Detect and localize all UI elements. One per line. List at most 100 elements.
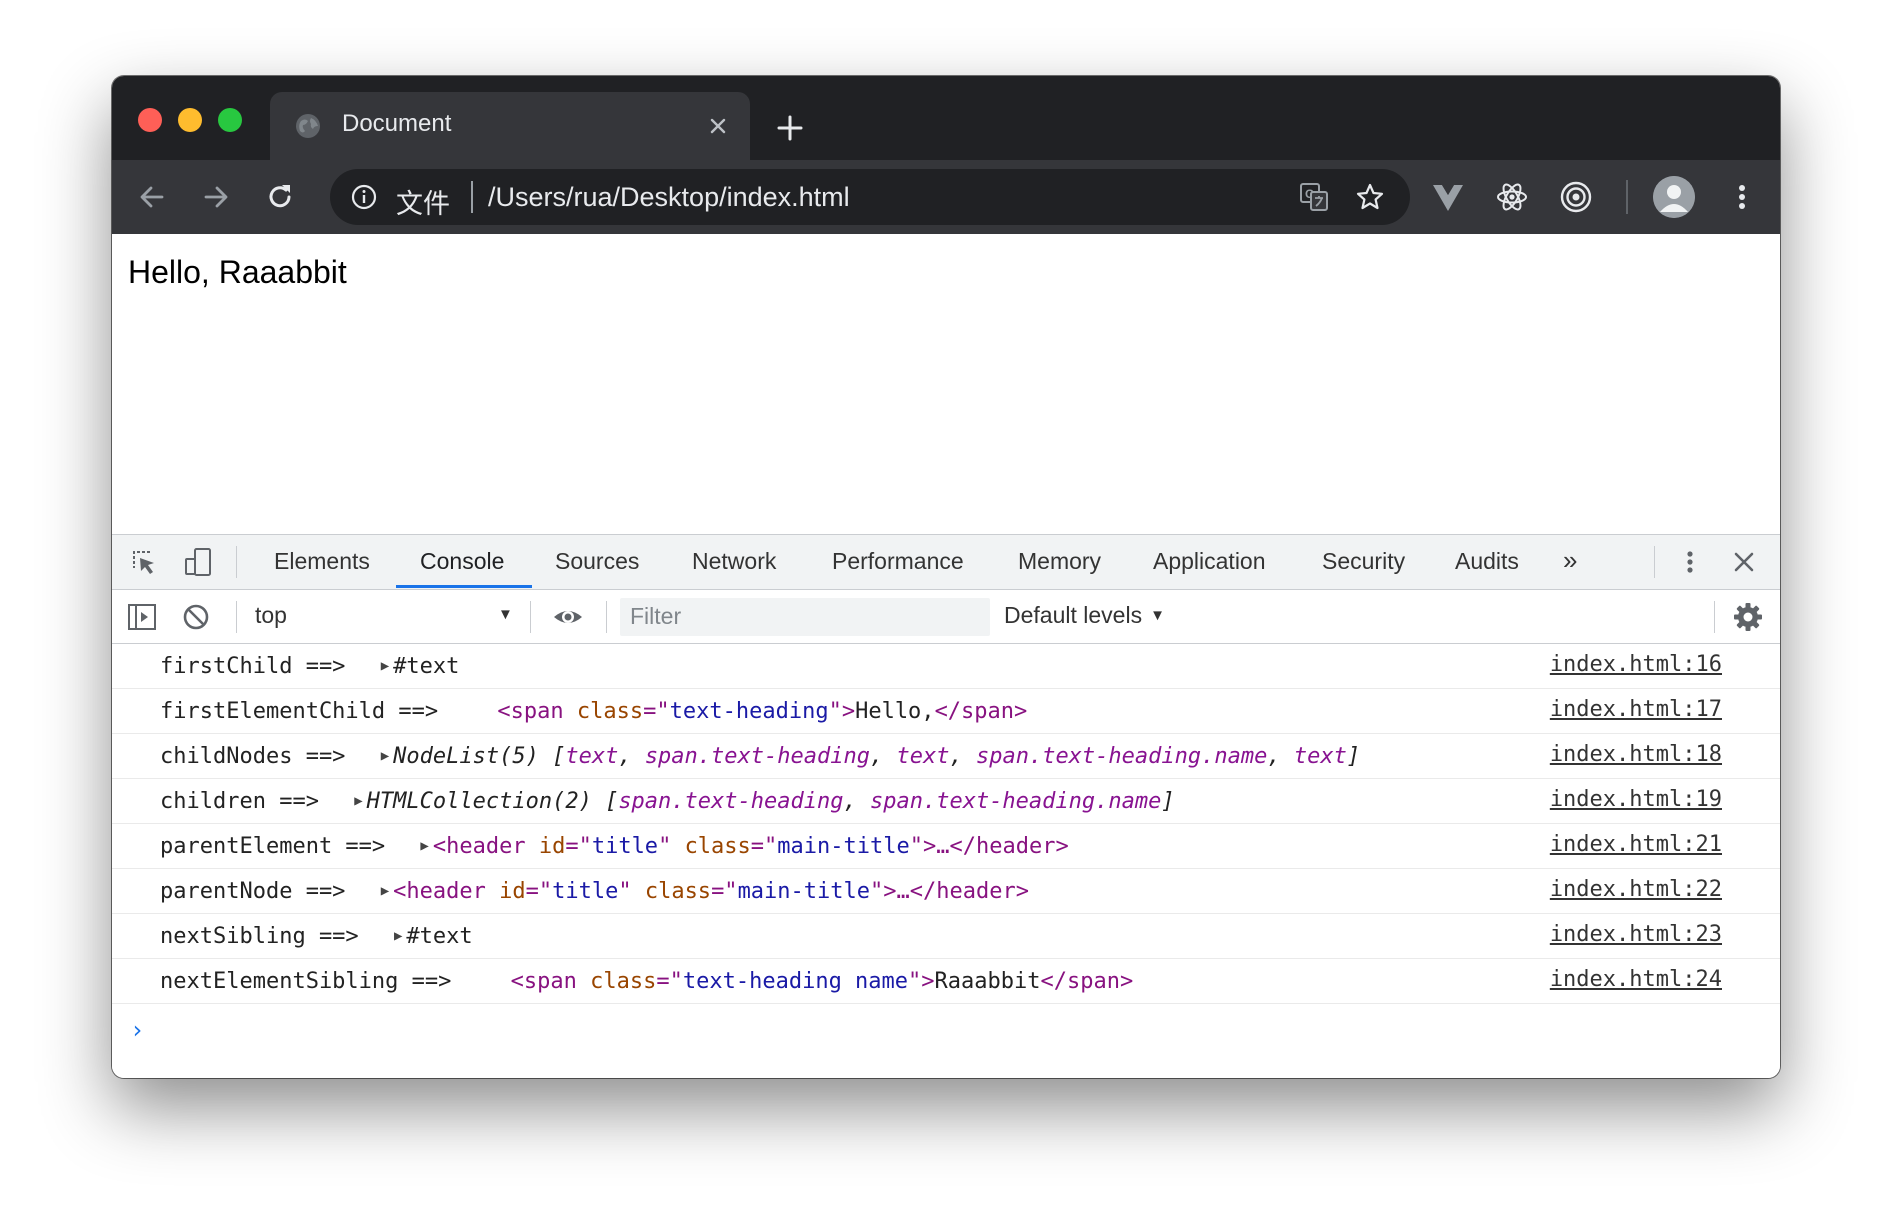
tag-rest: ">…</header> (909, 834, 1069, 859)
translate-icon[interactable]: G (1298, 181, 1330, 213)
console-divider (530, 601, 531, 633)
expand-triangle-icon[interactable]: ▶ (381, 883, 389, 899)
message-value[interactable]: #text (406, 924, 472, 949)
message-label: childNodes ==> (160, 744, 346, 769)
tab-document[interactable]: Document (270, 92, 750, 160)
close-icon[interactable] (704, 112, 732, 140)
tab-elements[interactable]: Elements (274, 548, 370, 575)
attr-name: class (590, 969, 657, 994)
console-prompt-row[interactable]: › (112, 1004, 1780, 1064)
address-bar[interactable]: 文件 /Users/rua/Desktop/index.html G (330, 169, 1410, 225)
device-toolbar-icon[interactable] (182, 546, 214, 578)
attr-value: text-heading name (682, 969, 909, 994)
more-tabs-button[interactable]: » (1563, 545, 1577, 576)
more-vert-icon[interactable] (1724, 179, 1760, 215)
expand-triangle-icon[interactable]: ▶ (354, 793, 362, 809)
expand-triangle-icon[interactable]: ▶ (394, 928, 402, 944)
message-text: childNodes ==> ▶ NodeList(5) [ text, span.… (160, 744, 1360, 769)
tab-audits[interactable]: Audits (1455, 548, 1519, 575)
message-text: firstChild ==> ▶ #text (160, 654, 459, 679)
message-label: firstElementChild ==> (160, 699, 439, 724)
message-text: parentNode ==> ▶ <header id="title" class… (160, 879, 1029, 904)
profile-avatar[interactable] (1653, 176, 1695, 218)
minimize-window-button[interactable] (178, 108, 202, 132)
filter-input[interactable] (620, 598, 980, 634)
bookmark-star-icon[interactable] (1354, 181, 1386, 213)
expand-triangle-icon[interactable]: ▶ (381, 748, 389, 764)
source-link[interactable]: index.html:16 (1550, 652, 1722, 677)
back-arrow-icon[interactable] (134, 179, 170, 215)
sidebar-toggle-icon[interactable] (126, 601, 158, 633)
close-window-button[interactable] (138, 108, 162, 132)
item-separator: , (843, 789, 870, 814)
message-text: firstElementChild ==> <span class="text-… (160, 699, 1027, 724)
context-selector[interactable]: top (255, 602, 287, 629)
browser-toolbar: 文件 /Users/rua/Desktop/index.html G (112, 160, 1780, 234)
context-dropdown-caret[interactable]: ▼ (498, 606, 513, 623)
object-type[interactable]: NodeList(5) (393, 744, 539, 769)
expand-triangle-icon[interactable]: ▶ (420, 838, 428, 854)
tag-rest: ">…</header> (870, 879, 1029, 904)
console-row: children ==> ▶ HTMLCollection(2) [span.te… (112, 779, 1780, 824)
inspect-element-icon[interactable] (128, 546, 160, 578)
bracket-open: [ (552, 744, 566, 769)
title-bar: Document (112, 76, 1780, 160)
tab-security[interactable]: Security (1322, 548, 1405, 575)
tab-performance[interactable]: Performance (832, 548, 964, 575)
tag-open[interactable]: <header (433, 834, 526, 859)
element-text: Hello, (855, 699, 935, 724)
source-link[interactable]: index.html:18 (1550, 742, 1722, 767)
reload-icon[interactable] (262, 179, 298, 215)
tag-open[interactable]: <span (511, 969, 577, 994)
tab-application[interactable]: Application (1153, 548, 1266, 575)
new-tab-icon[interactable] (772, 110, 808, 146)
item-separator: , (1267, 744, 1294, 769)
forward-arrow-icon[interactable] (198, 179, 234, 215)
attr-value: main-title (777, 834, 910, 859)
console-row: childNodes ==> ▶ NodeList(5) [ text, span.… (112, 734, 1780, 779)
message-label: nextElementSibling ==> (160, 969, 452, 994)
more-vert-icon[interactable] (1674, 546, 1706, 578)
react-devtools-icon[interactable] (1494, 179, 1530, 215)
source-link[interactable]: index.html:23 (1550, 922, 1722, 947)
globe-icon (296, 114, 320, 138)
info-icon[interactable] (350, 183, 378, 211)
console-row: nextSibling ==> ▶ #text index.html:23 (112, 914, 1780, 959)
source-link[interactable]: index.html:21 (1550, 832, 1722, 857)
tag-close-bracket: "> (828, 699, 856, 724)
eye-icon[interactable] (552, 601, 584, 633)
clear-console-icon[interactable] (180, 601, 212, 633)
tag-open[interactable]: <header (393, 879, 486, 904)
attr-eq: =" (643, 699, 670, 724)
tag-close: </span> (1040, 969, 1134, 994)
attr-quote: " (658, 834, 672, 859)
source-link[interactable]: index.html:22 (1550, 877, 1722, 902)
tab-network[interactable]: Network (692, 548, 776, 575)
list-item: span.text-heading (644, 744, 870, 769)
tab-sources[interactable]: Sources (555, 548, 639, 575)
tab-memory[interactable]: Memory (1018, 548, 1101, 575)
target-extension-icon[interactable] (1558, 179, 1594, 215)
tabbar-divider (1654, 546, 1655, 578)
zoom-window-button[interactable] (218, 108, 242, 132)
tab-console[interactable]: Console (420, 548, 504, 575)
vue-devtools-icon[interactable] (1430, 179, 1466, 215)
object-type[interactable]: HTMLCollection(2) (367, 789, 592, 814)
console-row: parentElement ==> ▶ <header id="title" cl… (112, 824, 1780, 869)
log-levels-dropdown[interactable]: Default levels ▼ (1004, 602, 1165, 629)
tag-close-bracket: "> (908, 969, 935, 994)
item-separator: , (949, 744, 976, 769)
attr-name: class (684, 834, 751, 859)
attr-quote: " (618, 879, 632, 904)
expand-triangle-icon[interactable]: ▶ (381, 658, 389, 674)
source-link[interactable]: index.html:19 (1550, 787, 1722, 812)
close-devtools-icon[interactable] (1728, 546, 1760, 578)
list-item: text (896, 744, 950, 769)
attr-eq: =" (525, 879, 553, 904)
message-value[interactable]: #text (393, 654, 459, 679)
settings-gear-icon[interactable] (1732, 601, 1764, 633)
url-text[interactable]: /Users/rua/Desktop/index.html (488, 182, 850, 213)
source-link[interactable]: index.html:24 (1550, 967, 1722, 992)
tag-open[interactable]: <span (497, 699, 563, 724)
source-link[interactable]: index.html:17 (1550, 697, 1722, 722)
